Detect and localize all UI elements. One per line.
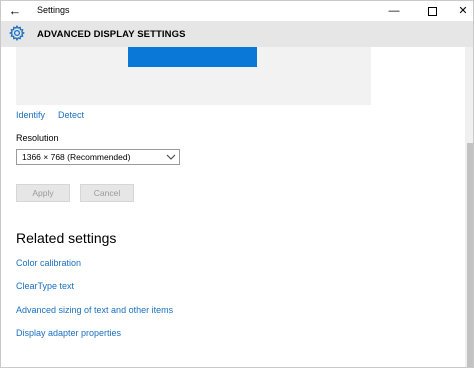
scrollbar-thumb[interactable] <box>467 143 473 367</box>
resolution-value: 1366 × 768 (Recommended) <box>22 152 131 162</box>
display-preview <box>16 47 371 105</box>
window-title: Settings <box>37 5 70 15</box>
minimize-button[interactable]: — <box>383 1 405 21</box>
identify-link[interactable]: Identify <box>16 110 45 120</box>
gear-icon <box>9 25 25 41</box>
cancel-button[interactable]: Cancel <box>80 184 134 202</box>
color-calibration-link[interactable]: Color calibration <box>16 258 81 268</box>
back-button[interactable]: ← <box>5 2 25 20</box>
maximize-button[interactable] <box>421 1 443 21</box>
title-bar: ← Settings — ✕ <box>1 1 473 21</box>
display-adapter-properties-link[interactable]: Display adapter properties <box>16 328 121 338</box>
page-title: ADVANCED DISPLAY SETTINGS <box>37 29 186 40</box>
settings-window: ← Settings — ✕ ADVANCED DISPLAY SETTINGS… <box>0 0 474 368</box>
detect-link[interactable]: Detect <box>58 110 84 120</box>
maximize-icon <box>427 6 437 16</box>
apply-button[interactable]: Apply <box>16 184 70 202</box>
resolution-label: Resolution <box>16 133 59 143</box>
close-button[interactable]: ✕ <box>452 1 473 21</box>
advanced-sizing-link[interactable]: Advanced sizing of text and other items <box>16 305 173 315</box>
monitor-tile[interactable] <box>128 47 257 67</box>
resolution-dropdown[interactable]: 1366 × 768 (Recommended) <box>16 149 180 165</box>
chevron-down-icon <box>166 154 176 160</box>
cleartype-text-link[interactable]: ClearType text <box>16 281 74 291</box>
page-header: ADVANCED DISPLAY SETTINGS <box>1 21 473 47</box>
related-settings-heading: Related settings <box>16 230 117 246</box>
